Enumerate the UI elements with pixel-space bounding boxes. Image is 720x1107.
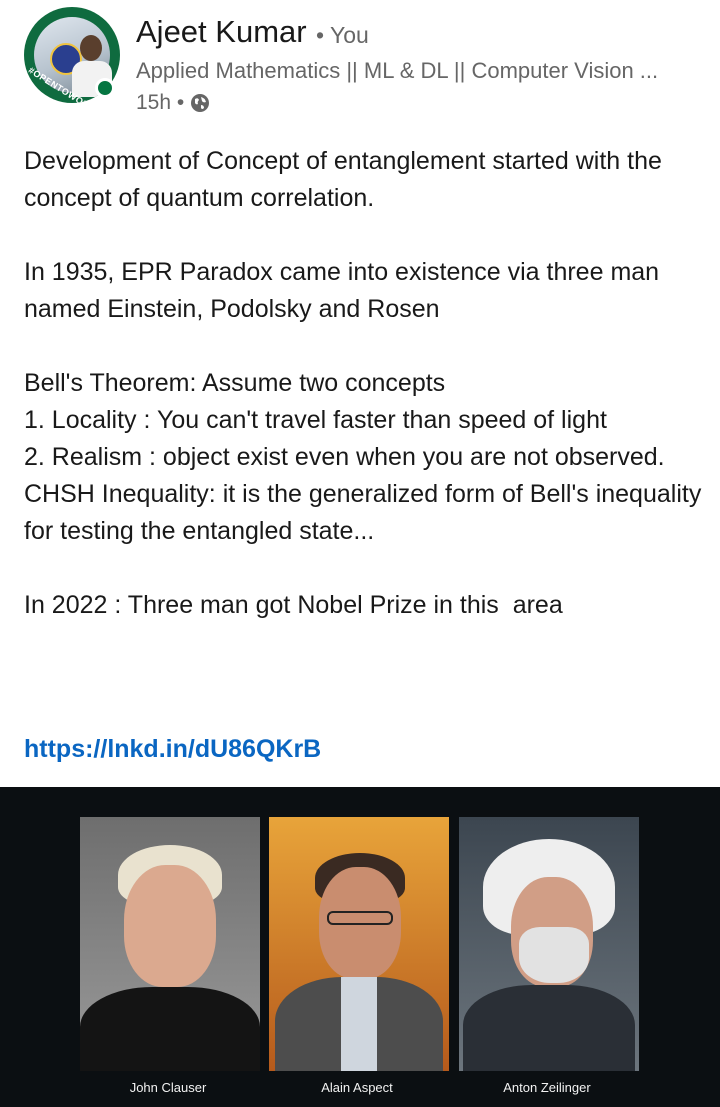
paragraph-spacer	[24, 550, 704, 587]
post-paragraph: In 2022 : Three man got Nobel Prize in t…	[24, 591, 563, 619]
avatar-person-head	[80, 35, 102, 61]
globe-icon	[191, 94, 210, 112]
caption-john-clauser: John Clauser	[129, 1080, 207, 1095]
photo-john-clauser	[80, 817, 260, 1071]
photo-anton-zeilinger	[459, 817, 639, 1071]
post-paragraph: Development of Concept of entanglement s…	[24, 147, 669, 212]
author-name[interactable]: Ajeet Kumar	[136, 14, 307, 50]
paragraph-spacer	[24, 328, 704, 365]
post-paragraph: In 1935, EPR Paradox came into existence…	[24, 258, 667, 323]
post-image[interactable]: John Clauser Alain Aspect Anton Zeilinge…	[0, 787, 720, 1107]
online-status-dot	[95, 78, 115, 98]
paragraph-spacer	[24, 217, 704, 254]
post-paragraph: Bell's Theorem: Assume two concepts 1. L…	[24, 369, 702, 545]
post-header: #OPENTOWORK Ajeet Kumar • You Applied Ma…	[0, 0, 720, 130]
post-text: Development of Concept of entanglement s…	[24, 143, 704, 624]
author-headline: Applied Mathematics || ML & DL || Comput…	[136, 58, 659, 83]
post-link[interactable]: https://lnkd.in/dU86QKrB	[24, 735, 321, 764]
photo-alain-aspect	[269, 817, 449, 1071]
post-meta: 15h •	[136, 91, 210, 115]
author-relation: • You	[316, 22, 369, 48]
post-time: 15h •	[136, 91, 185, 114]
caption-anton-zeilinger: Anton Zeilinger	[503, 1080, 591, 1095]
caption-alain-aspect: Alain Aspect	[321, 1080, 393, 1095]
